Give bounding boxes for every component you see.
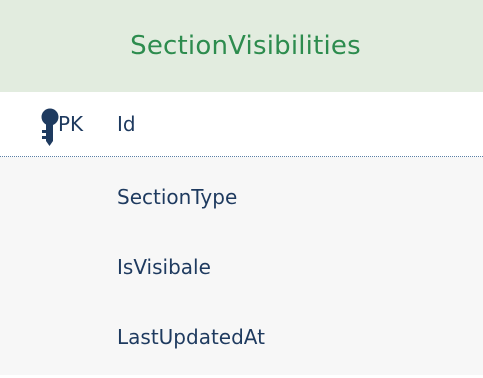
field-name: LastUpdatedAt — [117, 325, 265, 349]
pk-field-name: Id — [117, 112, 136, 136]
field-row[interactable]: LastUpdatedAt — [0, 297, 483, 367]
field-row[interactable]: IsVisibale — [0, 227, 483, 297]
field-row[interactable]: SectionType — [0, 157, 483, 227]
entity-table[interactable]: SectionVisibilities PK Id SectionType Is… — [0, 0, 483, 375]
pk-badge: PK — [58, 112, 84, 136]
entity-title: SectionVisibilities — [130, 31, 361, 61]
entity-header: SectionVisibilities — [0, 0, 483, 92]
field-name: SectionType — [117, 185, 238, 209]
primary-key-row[interactable]: PK Id — [0, 92, 483, 157]
field-name: IsVisibale — [117, 255, 211, 279]
